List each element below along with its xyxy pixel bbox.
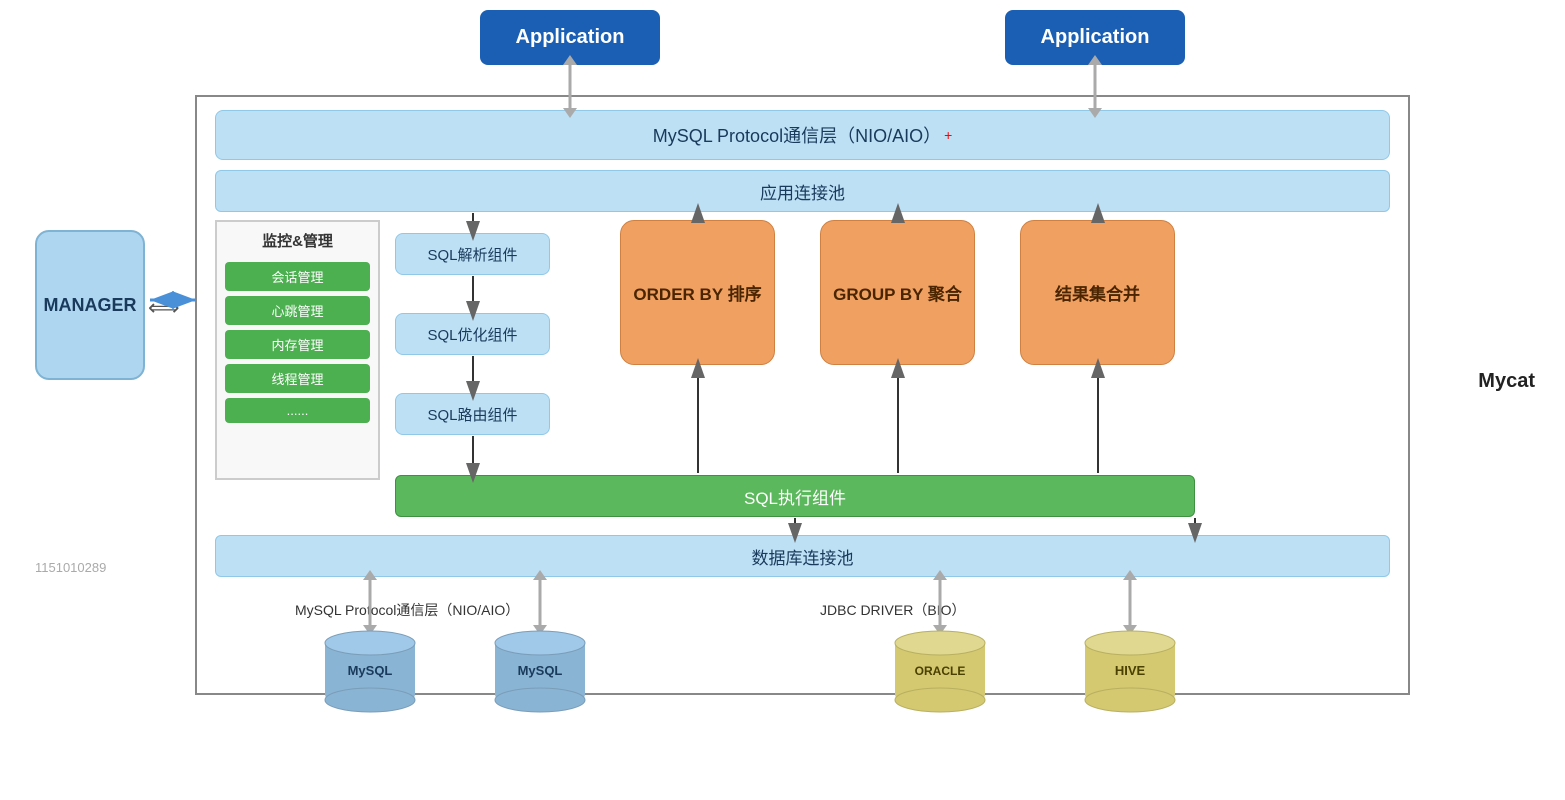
order-by-label: ORDER BY 排序 <box>633 280 761 305</box>
bottom-mysql-protocol-label: MySQL Protocol通信层（NIO/AIO） <box>295 602 519 618</box>
monitor-item-thread: 线程管理 <box>225 364 370 393</box>
app-box-left: Application <box>480 10 660 65</box>
monitor-item-memory: 内存管理 <box>225 330 370 359</box>
monitor-item-more: ...... <box>225 398 370 423</box>
db-pool-label: 数据库连接池 <box>752 544 854 569</box>
sql-parse-label: SQL解析组件 <box>427 244 517 265</box>
protocol-top-bar: MySQL Protocol通信层（NIO/AIO） + <box>215 110 1390 160</box>
monitor-item-heartbeat: 心跳管理 <box>225 296 370 325</box>
plus-marker: + <box>944 127 952 143</box>
sql-route-box: SQL路由组件 <box>395 393 550 435</box>
bottom-jdbc-label: JDBC DRIVER（BIO） <box>820 602 965 618</box>
order-by-box: ORDER BY 排序 <box>620 220 775 365</box>
sql-parse-box: SQL解析组件 <box>395 233 550 275</box>
bottom-protocol-right: JDBC DRIVER（BIO） <box>820 600 965 620</box>
manager-label: MANAGER <box>44 295 137 316</box>
group-by-box: GROUP BY 聚合 <box>820 220 975 365</box>
sql-exec-bar: SQL执行组件 <box>395 475 1195 517</box>
monitor-title: 监控&管理 <box>217 222 378 257</box>
bottom-protocol-left: MySQL Protocol通信层（NIO/AIO） <box>295 600 519 620</box>
sql-optimize-label: SQL优化组件 <box>427 324 517 345</box>
app-pool-bar: 应用连接池 <box>215 170 1390 212</box>
db-pool-bar: 数据库连接池 <box>215 535 1390 577</box>
manager-arrow: ⟺ <box>148 295 180 321</box>
mycat-label: Mycat <box>1478 370 1535 393</box>
watermark: 1151010289 <box>35 560 106 575</box>
app-box-right: Application <box>1005 10 1185 65</box>
app-pool-label: 应用连接池 <box>760 179 845 204</box>
manager-box: MANAGER <box>35 230 145 380</box>
protocol-top-label: MySQL Protocol通信层（NIO/AIO） <box>653 122 941 148</box>
diagram-container: Application Application MANAGER ⟺ Mycat … <box>0 0 1565 800</box>
app-left-label: Application <box>516 26 625 49</box>
sql-optimize-box: SQL优化组件 <box>395 313 550 355</box>
monitor-item-session: 会话管理 <box>225 262 370 291</box>
sql-exec-label: SQL执行组件 <box>744 484 846 509</box>
app-right-label: Application <box>1041 26 1150 49</box>
sql-route-label: SQL路由组件 <box>427 404 517 425</box>
result-merge-box: 结果集合并 <box>1020 220 1175 365</box>
group-by-label: GROUP BY 聚合 <box>833 280 962 305</box>
result-merge-label: 结果集合并 <box>1055 280 1140 305</box>
monitor-section: 监控&管理 会话管理 心跳管理 内存管理 线程管理 ...... <box>215 220 380 480</box>
